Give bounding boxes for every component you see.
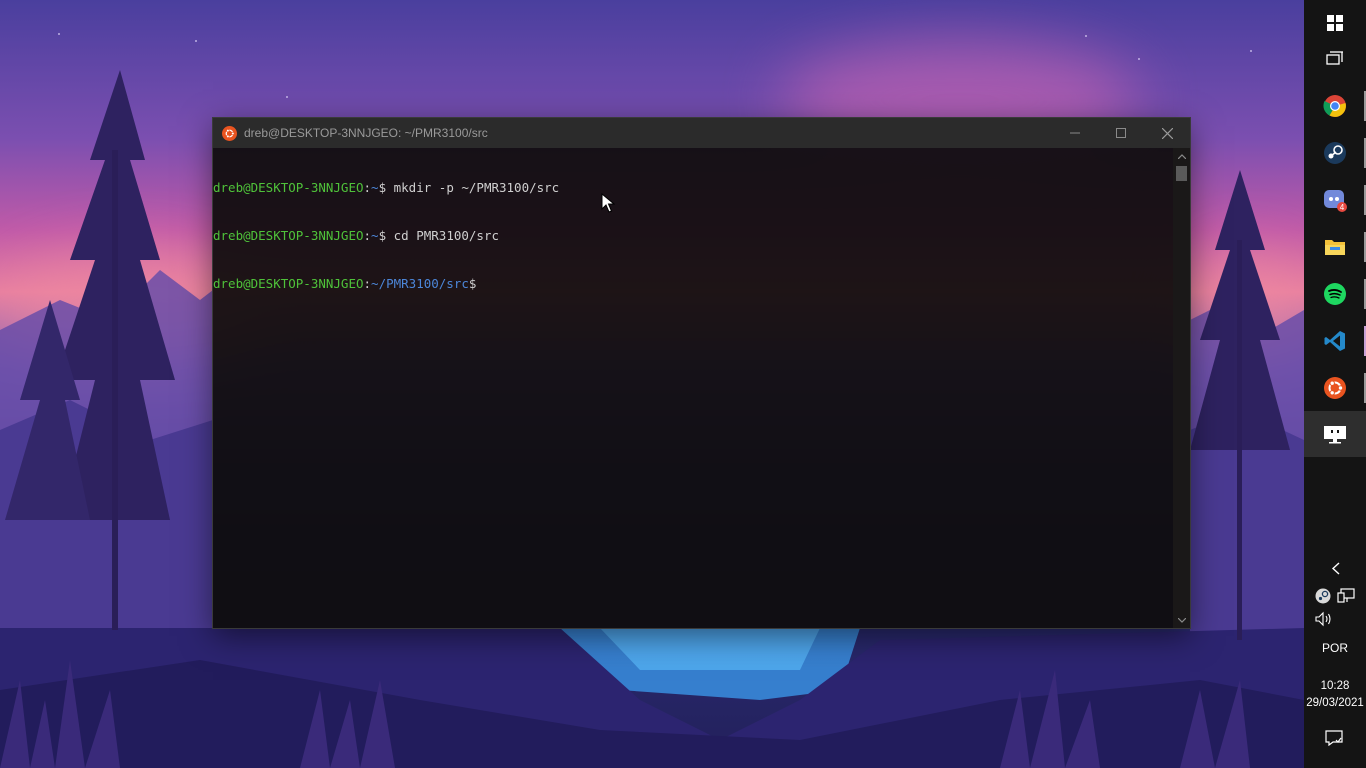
- taskbar-chrome[interactable]: [1304, 83, 1366, 129]
- taskbar-ubuntu[interactable]: [1304, 365, 1366, 411]
- discord-icon: 4: [1324, 190, 1347, 212]
- scroll-down-button[interactable]: [1173, 612, 1190, 628]
- task-view-button[interactable]: [1304, 36, 1366, 82]
- spotify-icon: [1324, 283, 1346, 305]
- maximize-button[interactable]: [1098, 118, 1144, 148]
- ubuntu-icon: [1324, 377, 1346, 399]
- terminal-window[interactable]: dreb@DESKTOP-3NNJGEO: ~/PMR3100/src dreb…: [213, 118, 1190, 628]
- ubuntu-icon[interactable]: [222, 125, 237, 141]
- close-icon: [1161, 127, 1173, 139]
- prompt-separator: :: [363, 180, 372, 195]
- scroll-up-button[interactable]: [1173, 148, 1190, 164]
- network-icon: [1337, 588, 1355, 603]
- prompt-symbol: $: [378, 180, 387, 195]
- language-indicator[interactable]: POR: [1304, 641, 1366, 655]
- tray-network[interactable]: [1337, 588, 1357, 606]
- window-title: dreb@DESKTOP-3NNJGEO: ~/PMR3100/src: [244, 126, 488, 140]
- show-hidden-icons-button[interactable]: [1304, 562, 1366, 580]
- file-explorer-icon: [1325, 240, 1345, 255]
- mouse-cursor-icon: [601, 193, 615, 213]
- action-center-button[interactable]: [1325, 730, 1345, 750]
- tray-steam[interactable]: [1315, 588, 1333, 606]
- chevron-down-icon: [1177, 617, 1186, 623]
- tray-volume[interactable]: [1315, 611, 1333, 629]
- taskbar-desktop-app[interactable]: [1304, 411, 1366, 457]
- clock-date[interactable]: 29/03/2021: [1304, 697, 1366, 709]
- notification-icon: [1325, 730, 1343, 747]
- minimize-icon: [1070, 132, 1080, 134]
- prompt-path: ~: [371, 228, 379, 243]
- prompt-user: dreb@DESKTOP-3NNJGEO: [213, 276, 364, 291]
- steam-icon: [1324, 142, 1346, 164]
- taskbar-steam[interactable]: [1304, 130, 1366, 176]
- maximize-icon: [1116, 128, 1126, 138]
- steam-icon: [1315, 588, 1331, 604]
- taskbar-file-explorer[interactable]: [1304, 224, 1366, 270]
- taskbar-spotify[interactable]: [1304, 271, 1366, 317]
- prompt-path: ~: [371, 180, 379, 195]
- start-icon: [1327, 15, 1343, 31]
- terminal-output[interactable]: dreb@DESKTOP-3NNJGEO:~$ mkdir -p ~/PMR31…: [213, 148, 1173, 628]
- prompt-symbol: $: [378, 228, 387, 243]
- clock-time[interactable]: 10:28: [1304, 680, 1366, 692]
- terminal-line: dreb@DESKTOP-3NNJGEO:~/PMR3100/src$: [213, 276, 1173, 292]
- taskbar-vscode[interactable]: [1304, 318, 1366, 364]
- desktop-icon: [1324, 426, 1346, 444]
- command-text: mkdir -p ~/PMR3100/src: [386, 180, 560, 195]
- taskbar: 4 POR 10:28 29/03/2021: [1304, 0, 1366, 768]
- command-text: cd PMR3100/src: [386, 228, 499, 243]
- taskbar-discord[interactable]: 4: [1304, 177, 1366, 223]
- prompt-user: dreb@DESKTOP-3NNJGEO: [213, 180, 364, 195]
- prompt-path: ~/PMR3100/src: [371, 276, 469, 291]
- scroll-thumb[interactable]: [1176, 166, 1187, 181]
- chevron-left-icon: [1331, 562, 1339, 575]
- chrome-icon: [1323, 95, 1346, 117]
- volume-icon: [1315, 611, 1331, 627]
- vertical-scrollbar[interactable]: [1173, 148, 1190, 628]
- terminal-line: dreb@DESKTOP-3NNJGEO:~$ cd PMR3100/src: [213, 228, 1173, 244]
- window-titlebar[interactable]: dreb@DESKTOP-3NNJGEO: ~/PMR3100/src: [213, 118, 1190, 148]
- prompt-separator: :: [363, 276, 372, 291]
- prompt-user: dreb@DESKTOP-3NNJGEO: [213, 228, 364, 243]
- chevron-up-icon: [1177, 153, 1186, 159]
- task-view-icon: [1326, 51, 1343, 65]
- close-button[interactable]: [1144, 118, 1190, 148]
- vscode-icon: [1324, 331, 1345, 351]
- prompt-separator: :: [363, 228, 372, 243]
- minimize-button[interactable]: [1052, 118, 1098, 148]
- terminal-line: dreb@DESKTOP-3NNJGEO:~$ mkdir -p ~/PMR31…: [213, 180, 1173, 196]
- notification-badge: 4: [1340, 203, 1345, 212]
- prompt-symbol: $: [468, 276, 477, 291]
